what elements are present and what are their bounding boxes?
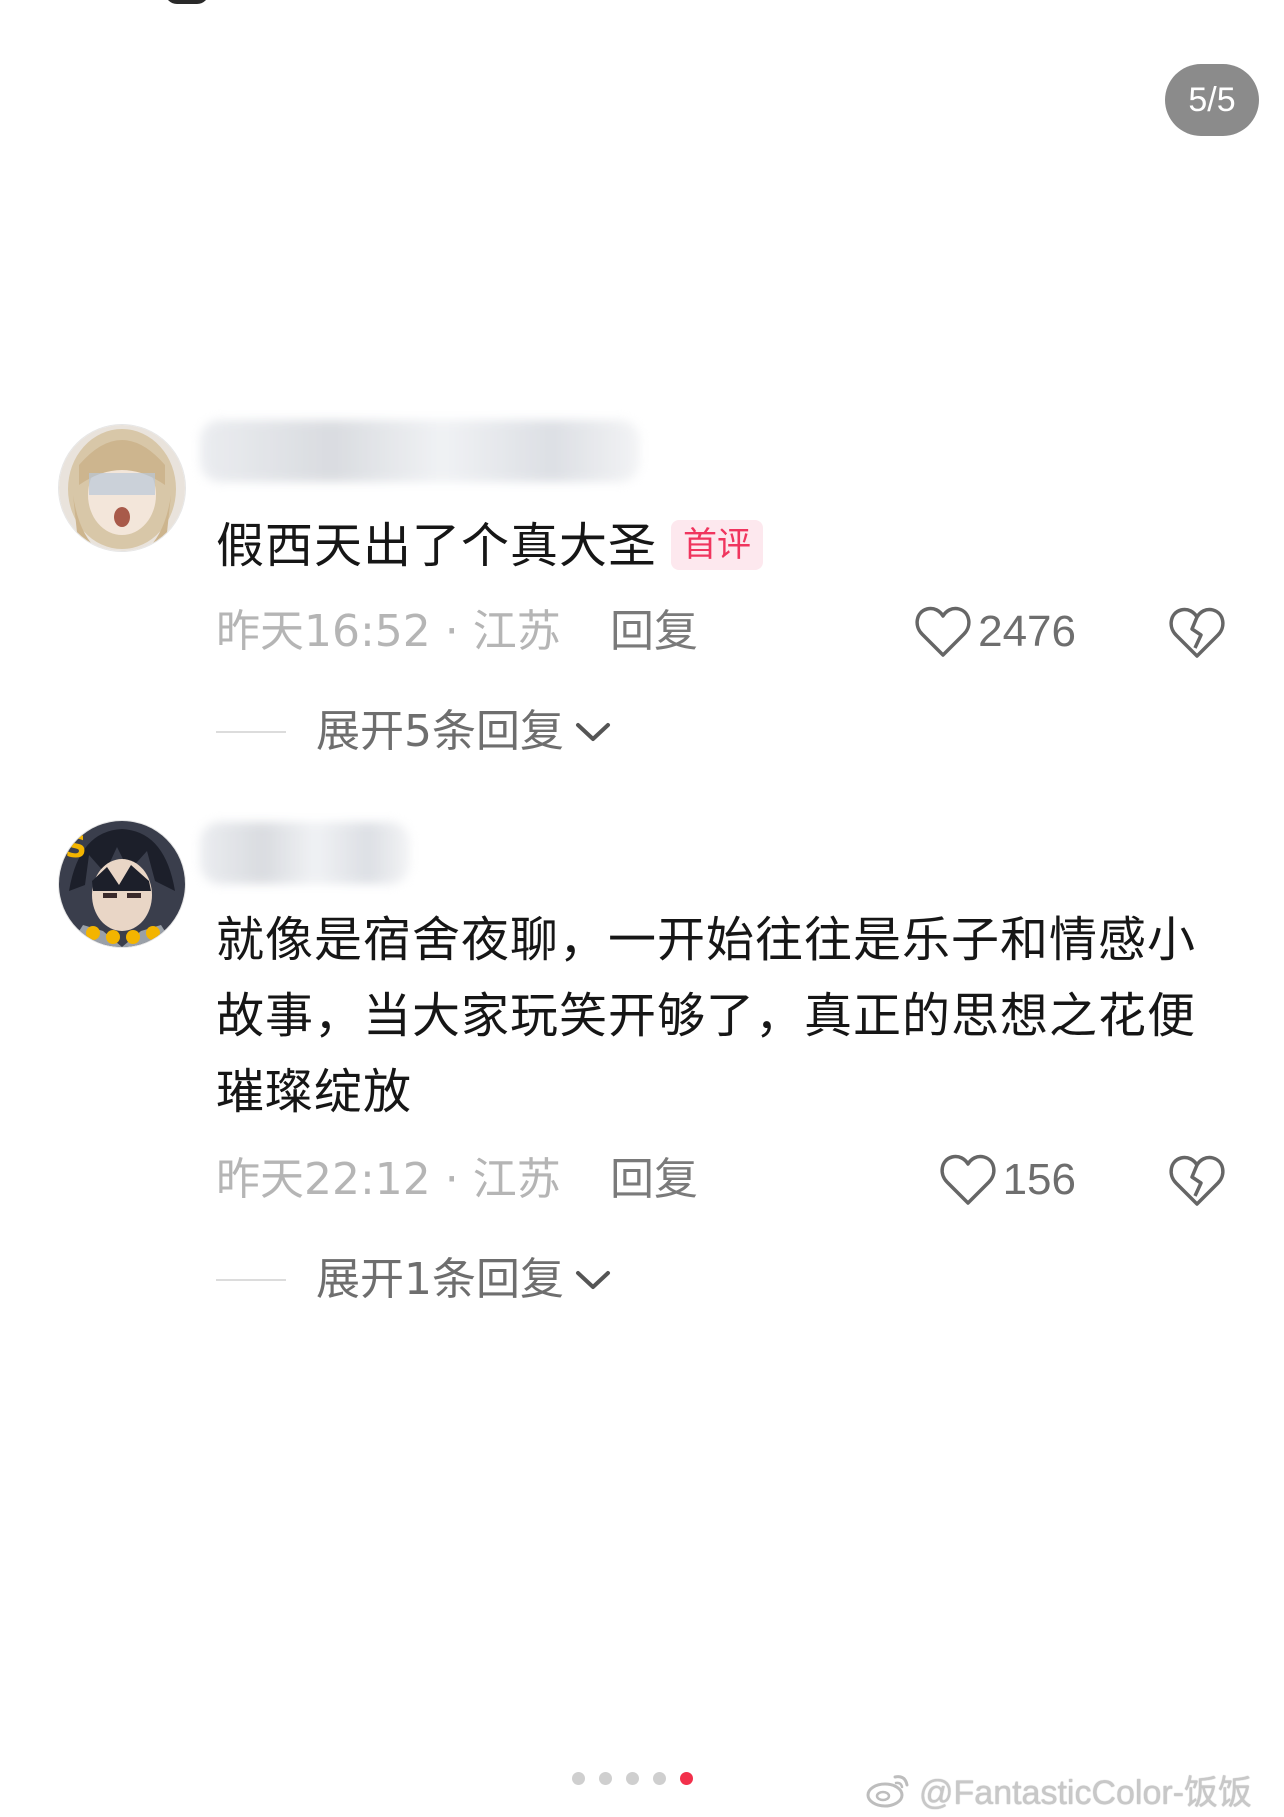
comment-text: 假西天出了个真大圣 首评: [216, 508, 1206, 584]
username-redacted[interactable]: [200, 822, 410, 884]
chevron-down-icon: [576, 1271, 610, 1289]
svg-text:S: S: [65, 830, 87, 865]
like-count: 2476: [978, 607, 1076, 656]
weibo-icon: [866, 1774, 909, 1807]
broken-heart-icon[interactable]: [1168, 1152, 1226, 1208]
username-redacted[interactable]: [200, 420, 640, 482]
comment-meta-row: 昨天22:12 · 江苏 回复 156: [216, 1150, 1226, 1210]
comment-time-location: 昨天22:12 · 江苏: [216, 1154, 561, 1205]
avatar[interactable]: S: [58, 820, 186, 948]
pager-dot[interactable]: [572, 1772, 585, 1785]
comment-body: 就像是宿舍夜聊，一开始往往是乐子和情感小故事，当大家玩笑开够了，真正的思想之花便…: [216, 912, 1197, 1120]
expand-replies-label: 展开1条回复: [316, 1254, 564, 1305]
expand-replies-button[interactable]: 展开1条回复: [216, 1250, 612, 1310]
divider: [216, 1279, 286, 1281]
image-page-counter: 5/5: [1165, 64, 1259, 136]
image-pager: [572, 1772, 693, 1785]
divider: [216, 731, 286, 733]
pager-dot[interactable]: [599, 1772, 612, 1785]
reply-button[interactable]: 回复: [610, 602, 698, 662]
avatar[interactable]: [58, 424, 186, 552]
pager-dot-active[interactable]: [680, 1772, 693, 1785]
watermark-text: @FantasticColor-饭饭: [919, 1774, 1253, 1812]
comment-meta-row: 昨天16:52 · 江苏 回复 2476: [216, 602, 1226, 662]
like-button[interactable]: 156: [939, 1150, 1076, 1210]
broken-heart-icon[interactable]: [1168, 604, 1226, 660]
chevron-down-icon: [576, 723, 610, 741]
heart-outline-icon: [915, 606, 971, 657]
reply-button[interactable]: 回复: [610, 1150, 698, 1210]
comment-text: 就像是宿舍夜聊，一开始往往是乐子和情感小故事，当大家玩笑开够了，真正的思想之花便…: [216, 902, 1206, 1130]
like-button[interactable]: 2476: [914, 602, 1076, 662]
weibo-watermark: @FantasticColor-饭饭: [865, 1765, 1252, 1814]
like-count: 156: [1002, 1155, 1076, 1204]
top-decoration: [165, 0, 209, 4]
comment-body: 假西天出了个真大圣: [216, 518, 658, 574]
comment-time-location: 昨天16:52 · 江苏: [216, 606, 561, 657]
expand-replies-label: 展开5条回复: [316, 706, 564, 757]
expand-replies-button[interactable]: 展开5条回复: [216, 702, 612, 762]
pager-dot[interactable]: [653, 1772, 666, 1785]
pager-dot[interactable]: [626, 1772, 639, 1785]
first-comment-badge: 首评: [671, 520, 764, 570]
heart-outline-icon: [939, 1154, 996, 1205]
